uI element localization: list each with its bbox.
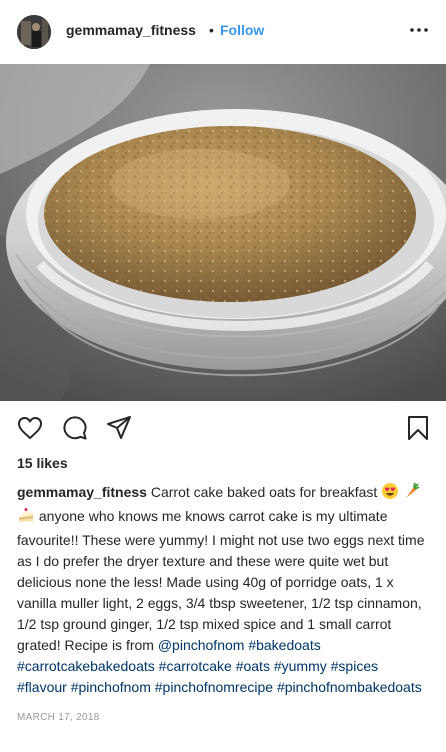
- comment-icon[interactable]: [62, 415, 88, 446]
- heart-eyes-emoji: [381, 482, 399, 506]
- bookmark-icon[interactable]: [406, 415, 430, 446]
- post-date[interactable]: MARCH 17, 2018: [17, 712, 100, 723]
- cake-slice-emoji: [17, 506, 35, 530]
- follow-button[interactable]: Follow: [220, 22, 264, 38]
- caption-username[interactable]: gemmamay_fitness: [17, 484, 147, 500]
- mention-link[interactable]: @pinchofnom: [158, 637, 245, 653]
- caption-text-intro: Carrot cake baked oats for breakfast: [146, 484, 382, 500]
- hashtag-link[interactable]: #carrotcakebakedoats: [17, 658, 155, 674]
- hashtag-link[interactable]: #pinchofnomrecipe: [155, 679, 273, 695]
- post-header: gemmamay_fitness • Follow: [0, 0, 446, 64]
- hashtag-link[interactable]: #pinchofnom: [71, 679, 151, 695]
- hashtag-link[interactable]: #pinchofnombakedoats: [277, 679, 422, 695]
- caption-text-body: anyone who knows me knows carrot cake is…: [17, 508, 425, 653]
- username-link[interactable]: gemmamay_fitness: [66, 22, 196, 38]
- hashtag-link[interactable]: #spices: [331, 658, 378, 674]
- hashtag-link[interactable]: #carrotcake: [159, 658, 232, 674]
- post-caption: gemmamay_fitness Carrot cake baked oats …: [17, 482, 429, 698]
- likes-count[interactable]: 15 likes: [17, 455, 68, 471]
- hashtag-link[interactable]: #flavour: [17, 679, 67, 695]
- hashtag-link[interactable]: #oats: [236, 658, 270, 674]
- more-options-icon[interactable]: [408, 22, 430, 38]
- post-photo[interactable]: [0, 64, 446, 401]
- separator-dot: •: [209, 22, 214, 38]
- carrot-emoji: [403, 482, 421, 506]
- share-icon[interactable]: [106, 415, 132, 446]
- hashtag-link[interactable]: #bakedoats: [248, 637, 320, 653]
- hashtag-link[interactable]: #yummy: [274, 658, 327, 674]
- avatar[interactable]: [17, 15, 51, 49]
- heart-icon[interactable]: [17, 416, 43, 445]
- action-bar: [0, 401, 446, 453]
